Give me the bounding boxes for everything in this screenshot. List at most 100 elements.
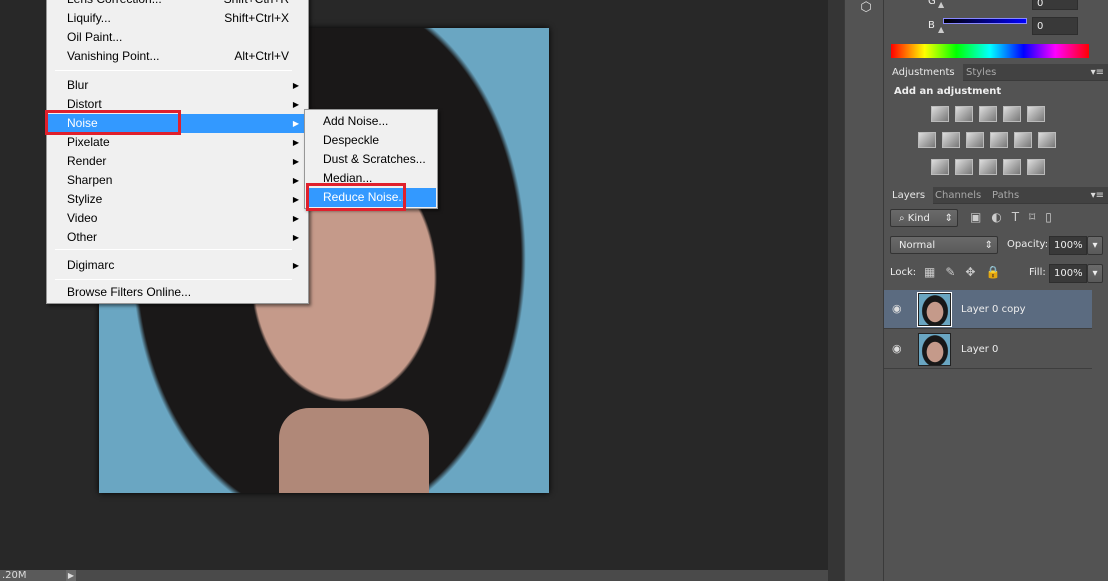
hue-saturation-icon[interactable] bbox=[918, 132, 936, 148]
submenu-item-despeckle[interactable]: Despeckle bbox=[306, 131, 436, 150]
submenu-arrow-icon: ▶ bbox=[292, 157, 299, 166]
b-value-field[interactable]: 0 bbox=[1032, 17, 1078, 35]
menu-item-label: Oil Paint... bbox=[67, 30, 123, 44]
menu-item-label: Vanishing Point... bbox=[67, 49, 160, 63]
menu-item-sharpen[interactable]: Sharpen ▶ bbox=[48, 171, 307, 190]
panel-menu-icon[interactable]: ▾≡ bbox=[1091, 64, 1104, 81]
eye-icon[interactable]: ◉ bbox=[892, 302, 902, 315]
b-slider-handle[interactable]: ▲ bbox=[938, 25, 944, 34]
blend-mode-value: Normal bbox=[899, 240, 936, 251]
adjustments-tabs: Adjustments Styles ▾≡ bbox=[884, 64, 1108, 81]
selective-color-icon[interactable] bbox=[1003, 159, 1021, 175]
menu-item-shortcut: Shift+Ctrl+R bbox=[224, 0, 289, 9]
b-slider-track[interactable] bbox=[943, 18, 1027, 24]
fill-dropdown[interactable]: ▾ bbox=[1087, 264, 1103, 283]
levels-icon[interactable] bbox=[955, 106, 973, 122]
menu-item-label: Lens Correction... bbox=[67, 0, 162, 6]
submenu-arrow-icon: ▶ bbox=[292, 119, 299, 128]
fill-label: Fill: bbox=[1029, 267, 1046, 278]
menu-item-label: Browse Filters Online... bbox=[67, 285, 192, 299]
layer-thumbnail bbox=[917, 292, 952, 327]
curves-icon[interactable] bbox=[979, 106, 997, 122]
menu-item-blur[interactable]: Blur ▶ bbox=[48, 76, 307, 95]
tab-adjustments[interactable]: Adjustments bbox=[884, 64, 963, 81]
submenu-arrow-icon: ▶ bbox=[292, 100, 299, 109]
submenu-arrow-icon: ▶ bbox=[292, 81, 299, 90]
submenu-arrow-icon: ▶ bbox=[292, 233, 299, 242]
menu-separator bbox=[55, 249, 292, 250]
menu-item-video[interactable]: Video ▶ bbox=[48, 209, 307, 228]
photo-filter-icon[interactable] bbox=[990, 132, 1008, 148]
vertical-scrollbar[interactable] bbox=[828, 0, 844, 581]
status-bar: .20M ▶ bbox=[0, 570, 828, 581]
panel-menu-icon[interactable]: ▾≡ bbox=[1091, 187, 1104, 204]
submenu-arrow-icon: ▶ bbox=[292, 138, 299, 147]
vibrance-icon[interactable] bbox=[1027, 106, 1045, 122]
submenu-arrow-icon: ▶ bbox=[292, 176, 299, 185]
menu-item-other[interactable]: Other ▶ bbox=[48, 228, 307, 247]
tab-styles[interactable]: Styles bbox=[958, 64, 1004, 81]
layer-row-layer-0-copy[interactable]: ◉ Layer 0 copy bbox=[884, 290, 1092, 329]
g-label: G bbox=[928, 0, 936, 7]
submenu-arrow-icon: ▶ bbox=[292, 214, 299, 223]
color-panel: G ▲ 0 B ▲ 0 bbox=[884, 0, 1108, 62]
fill-field[interactable]: 100% bbox=[1049, 264, 1087, 283]
layer-thumbnail bbox=[918, 333, 951, 366]
menu-item-label: Liquify... bbox=[67, 11, 111, 25]
menu-item-label: Pixelate bbox=[67, 135, 110, 149]
menu-item-digimarc[interactable]: Digimarc ▶ bbox=[48, 256, 307, 275]
g-value-field[interactable]: 0 bbox=[1032, 0, 1078, 10]
menu-item-pixelate[interactable]: Pixelate ▶ bbox=[48, 133, 307, 152]
right-panels: G ▲ 0 B ▲ 0 Adjustments Styles ▾≡ Add an… bbox=[884, 0, 1108, 581]
menu-separator bbox=[55, 70, 292, 71]
channel-mixer-icon[interactable] bbox=[1014, 132, 1032, 148]
tab-paths[interactable]: Paths bbox=[984, 187, 1027, 204]
threshold-icon[interactable] bbox=[979, 159, 997, 175]
submenu-arrow-icon: ▶ bbox=[292, 195, 299, 204]
menu-item-render[interactable]: Render ▶ bbox=[48, 152, 307, 171]
blend-mode-select[interactable]: Normal ⇕ bbox=[890, 236, 998, 254]
g-slider-handle[interactable]: ▲ bbox=[938, 0, 948, 9]
status-menu-arrow-icon[interactable]: ▶ bbox=[66, 570, 76, 581]
layer-name: Layer 0 copy bbox=[961, 304, 1026, 315]
posterize-icon[interactable] bbox=[955, 159, 973, 175]
tab-channels[interactable]: Channels bbox=[927, 187, 989, 204]
menu-item-shortcut: Shift+Ctrl+X bbox=[224, 11, 289, 25]
black-white-icon[interactable] bbox=[966, 132, 984, 148]
opacity-field[interactable]: 100% bbox=[1049, 236, 1087, 255]
layer-name: Layer 0 bbox=[961, 344, 999, 355]
submenu-item-add-noise[interactable]: Add Noise... bbox=[306, 112, 436, 131]
submenu-item-dust-scratches[interactable]: Dust & Scratches... bbox=[306, 150, 436, 169]
filter-kind-value: Kind bbox=[907, 213, 930, 224]
brightness-contrast-icon[interactable] bbox=[931, 106, 949, 122]
menu-item-browse-filters-online[interactable]: Browse Filters Online... bbox=[48, 283, 307, 302]
b-label: B bbox=[928, 20, 935, 31]
eye-icon[interactable]: ◉ bbox=[892, 342, 902, 355]
menu-item-label: Distort bbox=[67, 97, 102, 111]
opacity-dropdown[interactable]: ▾ bbox=[1087, 236, 1103, 255]
layer-filter-icons[interactable]: ▣◐T⌑▯ bbox=[970, 210, 1062, 224]
adjustments-title: Add an adjustment bbox=[894, 86, 1002, 97]
exposure-icon[interactable] bbox=[1003, 106, 1021, 122]
submenu-arrow-icon: ▶ bbox=[292, 261, 299, 270]
tab-layers[interactable]: Layers bbox=[884, 187, 934, 204]
color-spectrum[interactable] bbox=[891, 44, 1089, 58]
menu-item-vanishing-point[interactable]: Vanishing Point... Alt+Ctrl+V bbox=[48, 47, 307, 66]
lock-icons[interactable]: ▦✎✥🔒 bbox=[924, 265, 1010, 279]
filter-kind-select[interactable]: ⌕ Kind ⇕ bbox=[890, 209, 958, 227]
menu-item-lens-correction[interactable]: Lens Correction... Shift+Ctrl+R bbox=[48, 0, 307, 9]
menu-item-oil-paint[interactable]: Oil Paint... bbox=[48, 28, 307, 47]
menu-item-liquify[interactable]: Liquify... Shift+Ctrl+X bbox=[48, 9, 307, 28]
gradient-map-icon[interactable] bbox=[1027, 159, 1045, 175]
color-lookup-icon[interactable] bbox=[1038, 132, 1056, 148]
menu-item-stylize[interactable]: Stylize ▶ bbox=[48, 190, 307, 209]
color-balance-icon[interactable] bbox=[942, 132, 960, 148]
menu-item-label: Sharpen bbox=[67, 173, 113, 187]
3d-cube-icon[interactable]: ⬡ bbox=[857, 0, 875, 16]
menu-item-label: Other bbox=[67, 230, 98, 244]
menu-item-label: Stylize bbox=[67, 192, 103, 206]
invert-icon[interactable] bbox=[931, 159, 949, 175]
menu-item-shortcut: Alt+Ctrl+V bbox=[234, 49, 289, 63]
annotation-box-reduce-noise bbox=[306, 183, 406, 211]
layer-row-layer-0[interactable]: ◉ Layer 0 bbox=[884, 330, 1092, 369]
